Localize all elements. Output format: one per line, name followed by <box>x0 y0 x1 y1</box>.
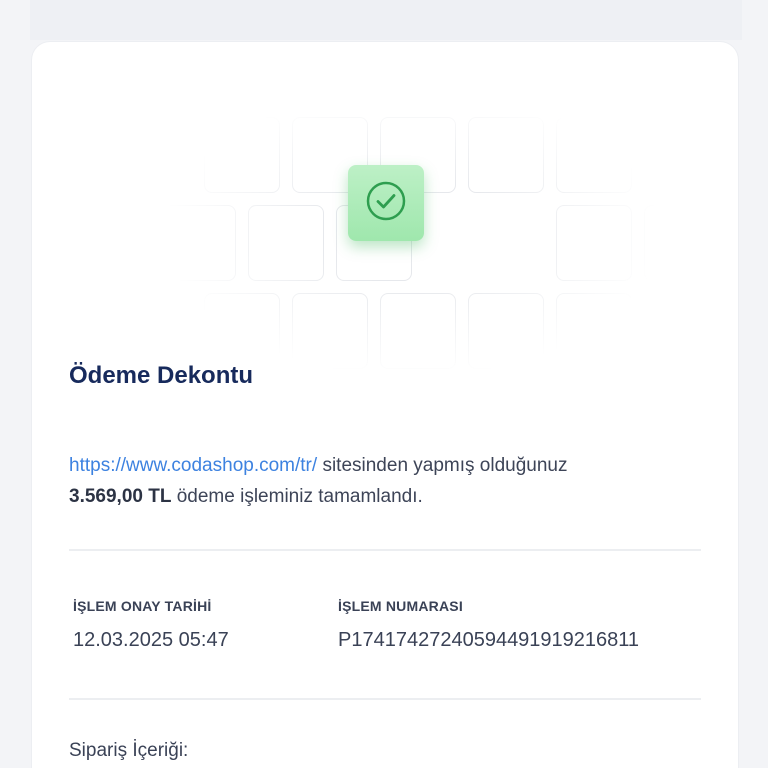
decorative-tile <box>292 293 368 369</box>
top-background-band <box>30 0 742 40</box>
decorative-tile <box>468 117 544 193</box>
receipt-card: Ödeme Dekontu https://www.codashop.com/t… <box>32 42 738 768</box>
divider <box>69 549 701 551</box>
receipt-page: Ödeme Dekontu https://www.codashop.com/t… <box>0 0 768 768</box>
decorative-tile <box>160 205 236 281</box>
decorative-tile <box>204 117 280 193</box>
order-contents-label: Sipariş İçeriği: <box>69 740 189 761</box>
decorative-tile <box>644 205 720 281</box>
receipt-title: Ödeme Dekontu <box>69 362 254 389</box>
message-text-part-1: sitesinden yapmış olduğunuz <box>317 455 568 476</box>
shop-link[interactable]: https://www.codashop.com/tr/ <box>69 455 317 476</box>
payment-message: https://www.codashop.com/tr/ sitesinden … <box>69 450 709 512</box>
decorative-tile <box>248 205 324 281</box>
message-text-part-2: ödeme işleminiz tamamlandı. <box>171 486 423 507</box>
decorative-tile <box>468 293 544 369</box>
success-tile <box>348 165 424 241</box>
decorative-tile <box>204 293 280 369</box>
divider <box>69 698 701 700</box>
approval-date-value: 12.03.2025 05:47 <box>73 629 229 651</box>
decorative-tile <box>380 293 456 369</box>
decorative-tile <box>556 205 632 281</box>
payment-amount: 3.569,00 TL <box>69 486 172 507</box>
transaction-number-value: P1741742724059449191921681​1 <box>338 629 640 651</box>
transaction-number-label: İŞLEM NUMARASI <box>338 598 463 614</box>
decorative-tile <box>556 293 632 369</box>
approval-date-label: İŞLEM ONAY TARİHİ <box>73 598 212 614</box>
check-circle-icon <box>365 180 407 227</box>
decorative-tile <box>556 117 632 193</box>
